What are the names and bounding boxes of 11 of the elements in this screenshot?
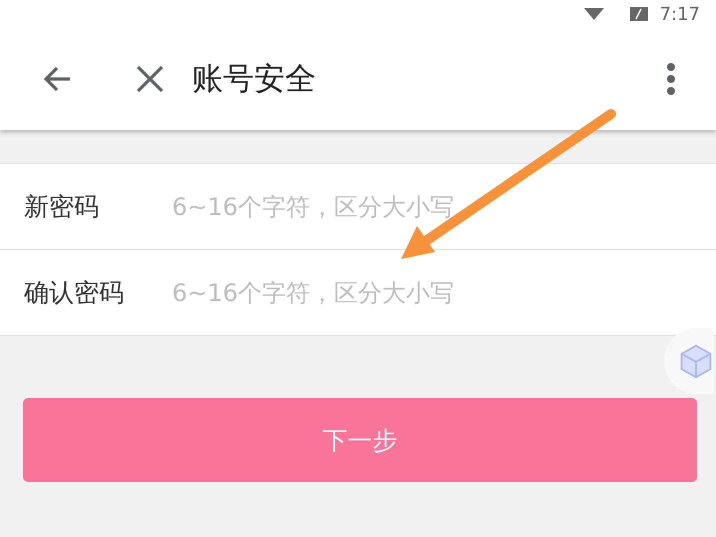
battery-icon: [630, 7, 648, 21]
password-input-field[interactable]: 6~16个字符，区分大小写: [170, 278, 624, 308]
field-label: 新密码: [23, 191, 100, 223]
more-menu-button[interactable]: [664, 61, 678, 97]
window-title: 账号安全: [192, 60, 317, 99]
status-time: 7:17: [660, 4, 700, 24]
field-label: 确认密码: [23, 277, 125, 309]
wifi-icon: [584, 8, 604, 20]
cube-icon: [678, 343, 714, 379]
password-input-field[interactable]: 6~16个字符，区分大小写: [170, 192, 624, 222]
next-button[interactable]: 下一步: [23, 398, 697, 482]
